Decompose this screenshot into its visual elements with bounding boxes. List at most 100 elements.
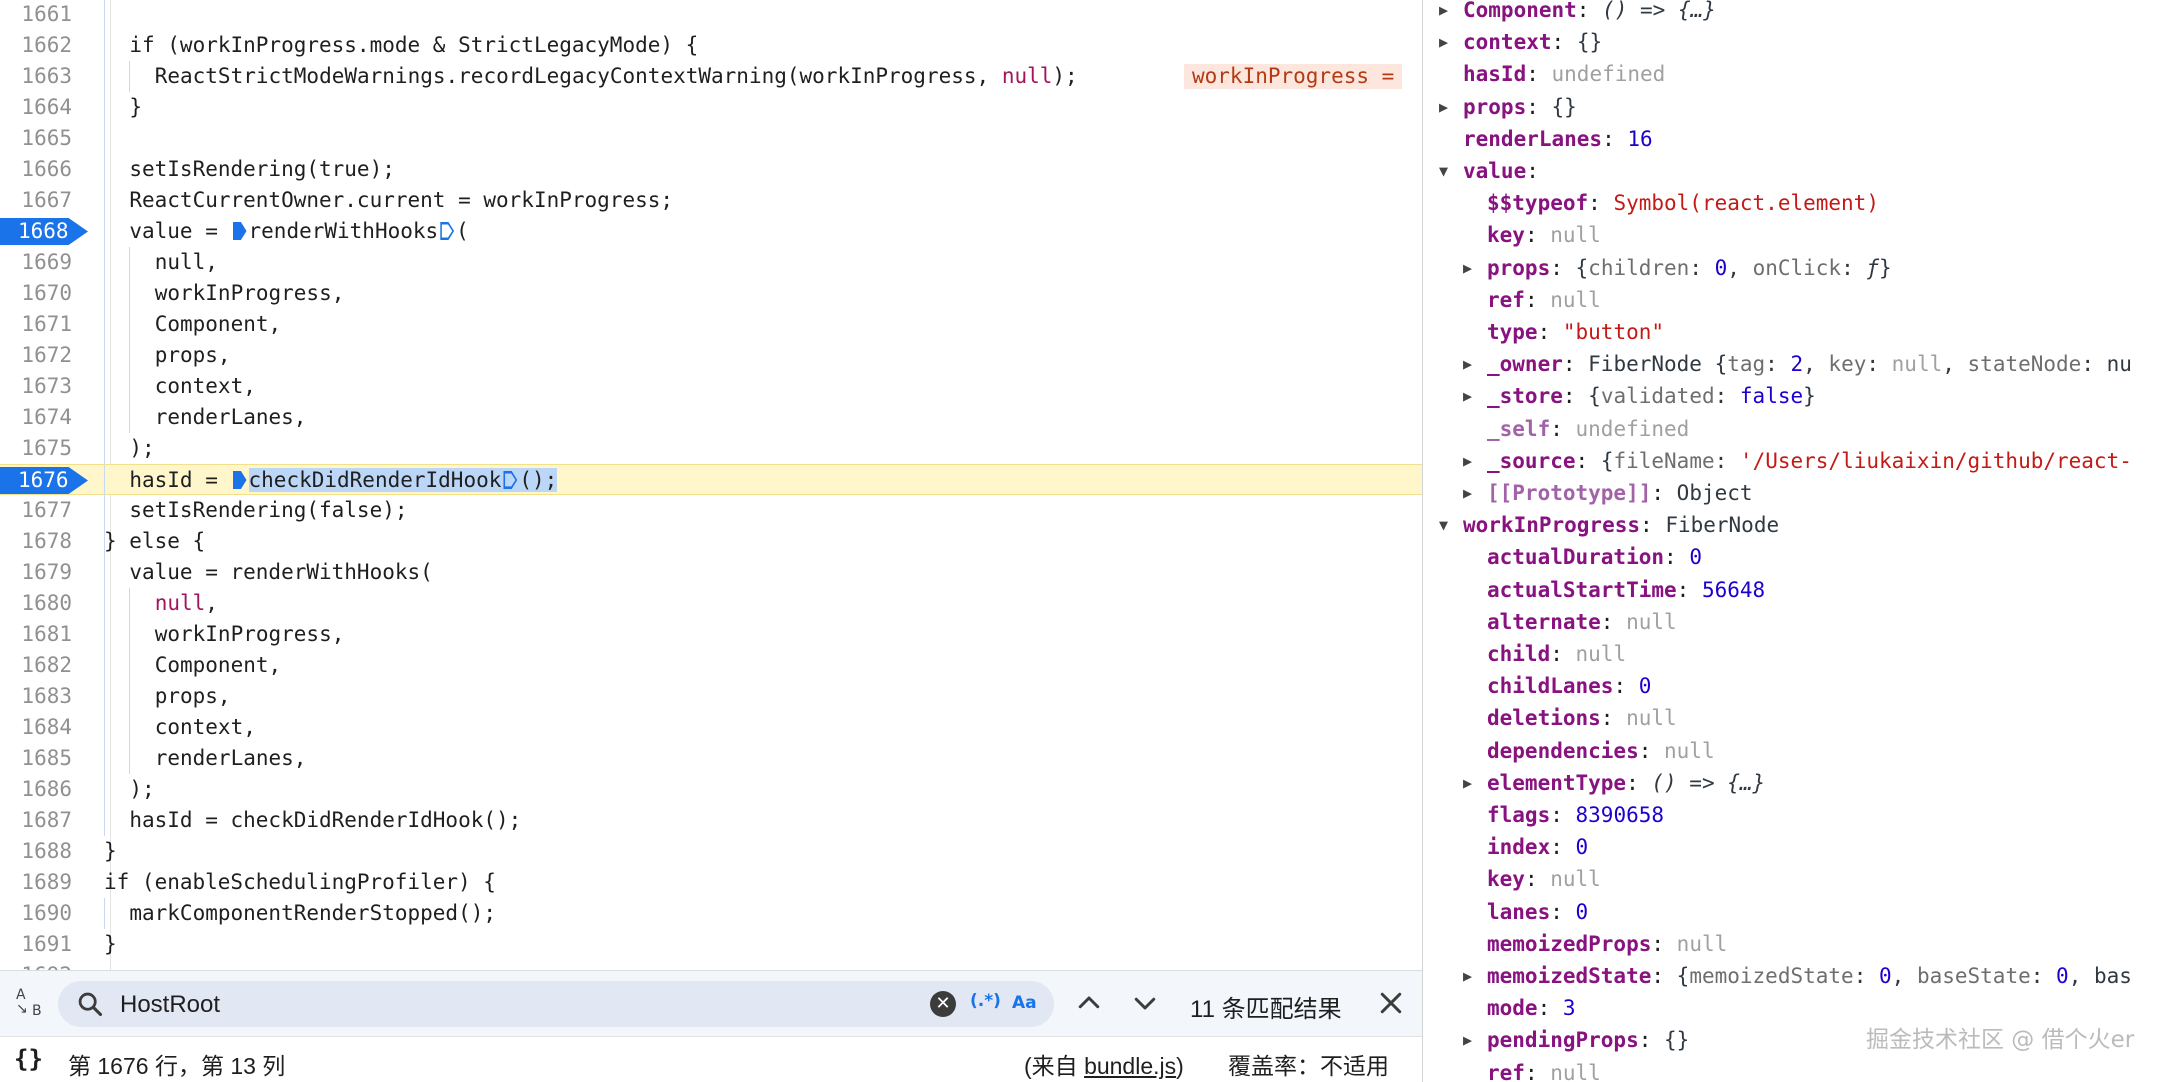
code-line[interactable]: 1661 (0, 0, 1422, 30)
line-number[interactable]: 1673 (0, 371, 72, 402)
inline-variable-value[interactable]: workInProgress = (1184, 63, 1403, 89)
expand-arrow-icon[interactable]: ▶ (1463, 252, 1477, 284)
code-text: ReactCurrentOwner.current = workInProgre… (129, 187, 674, 212)
clear-search-button[interactable]: ✕ (930, 991, 956, 1017)
line-number[interactable]: 1671 (0, 309, 72, 340)
code-line[interactable]: 1673 context, (0, 370, 1422, 402)
line-number[interactable]: 1678 (0, 526, 72, 557)
regex-toggle-button[interactable]: (.*) (970, 991, 1001, 1011)
execution-marker-icon[interactable] (232, 470, 247, 489)
code-line[interactable]: 1683 props, (0, 680, 1422, 712)
line-number[interactable]: 1692 (0, 960, 72, 970)
line-number[interactable]: 1669 (0, 247, 72, 278)
code-line[interactable]: 1670 workInProgress, (0, 277, 1422, 309)
code-line[interactable]: 1682 Component, (0, 649, 1422, 681)
expand-arrow-icon[interactable]: ▶ (1463, 477, 1477, 509)
code-line[interactable]: 1690 markComponentRenderStopped(); (0, 897, 1422, 929)
line-number[interactable]: 1672 (0, 340, 72, 371)
pretty-print-button[interactable]: {} (14, 1045, 43, 1073)
code-line[interactable]: 1665 (0, 122, 1422, 154)
match-case-toggle-icon[interactable]: A ↘ B (14, 987, 50, 1021)
paused-code-line[interactable]: 1676 hasId = checkDidRenderIdHook (); (0, 463, 1422, 496)
code-line[interactable]: 1667 ReactCurrentOwner.current = workInPr… (0, 184, 1422, 216)
expand-arrow-icon[interactable]: ▶ (1463, 380, 1477, 412)
breakpoint-line-number[interactable]: 1676 (0, 466, 88, 494)
execution-marker-icon[interactable] (503, 471, 517, 489)
breakpoint-line-number[interactable]: 1668 (0, 217, 88, 245)
code-line[interactable]: 1686); (0, 773, 1422, 805)
code-line[interactable]: 1662 if (workInProgress.mode & StrictLega… (0, 29, 1422, 61)
line-number[interactable]: 1680 (0, 588, 72, 619)
line-number[interactable]: 1670 (0, 278, 72, 309)
code-line[interactable]: 1671 Component, (0, 308, 1422, 340)
code-line[interactable]: 1691} (0, 929, 1422, 960)
line-number[interactable]: 1690 (0, 898, 72, 929)
code-line[interactable]: 1687 hasId = checkDidRenderIdHook(); (0, 804, 1422, 836)
property-value: 16 (1627, 126, 1653, 151)
line-number[interactable]: 1691 (0, 929, 72, 960)
expand-arrow-icon[interactable]: ▶ (1463, 1024, 1477, 1056)
next-match-button[interactable] (1130, 988, 1160, 1018)
code-line[interactable]: 1664} (0, 91, 1422, 123)
code-line[interactable]: 1666 setIsRendering(true); (0, 153, 1422, 185)
line-number[interactable]: 1666 (0, 154, 72, 185)
line-number[interactable]: 1663 (0, 61, 72, 92)
code-line[interactable]: 1668 value = renderWithHooks( (0, 215, 1422, 247)
execution-marker-icon[interactable] (232, 221, 247, 240)
code-line[interactable]: 1677 setIsRendering(false); (0, 494, 1422, 526)
line-number[interactable]: 1686 (0, 774, 72, 805)
code-line[interactable]: 1685 renderLanes, (0, 742, 1422, 774)
line-number[interactable]: 1661 (0, 0, 72, 30)
scope-property: memoizedProps: null (1487, 931, 1728, 956)
collapse-arrow-icon[interactable]: ▼ (1439, 155, 1453, 187)
code-line[interactable]: 1674 renderLanes, (0, 401, 1422, 433)
code-line[interactable]: 1688} (0, 836, 1422, 867)
close-search-button[interactable] (1376, 988, 1406, 1018)
line-number[interactable]: 1679 (0, 557, 72, 588)
expand-arrow-icon[interactable]: ▶ (1439, 26, 1453, 58)
code-line[interactable]: 1672 props, (0, 339, 1422, 371)
line-number[interactable]: 1687 (0, 805, 72, 836)
expand-arrow-icon[interactable]: ▶ (1439, 0, 1453, 26)
search-input[interactable] (118, 989, 982, 1021)
property-value: null (1550, 223, 1601, 248)
line-number[interactable]: 1683 (0, 681, 72, 712)
code-text: renderLanes, (154, 745, 307, 770)
code-line[interactable]: 1680 null, (0, 587, 1422, 619)
code-line[interactable]: 1681 workInProgress, (0, 618, 1422, 650)
line-number[interactable]: 1667 (0, 185, 72, 216)
line-number[interactable]: 1684 (0, 712, 72, 743)
line-number[interactable]: 1685 (0, 743, 72, 774)
line-number[interactable]: 1682 (0, 650, 72, 681)
execution-marker-icon[interactable] (440, 222, 454, 240)
code-line[interactable]: 1692 (0, 960, 1422, 970)
expand-arrow-icon[interactable]: ▶ (1463, 445, 1477, 477)
code-line[interactable]: 1678} else { (0, 525, 1422, 557)
expand-arrow-icon[interactable]: ▶ (1463, 348, 1477, 380)
line-number[interactable]: 1662 (0, 30, 72, 61)
line-number[interactable]: 1688 (0, 836, 72, 867)
scope-property: flags: 8390658 (1487, 803, 1665, 827)
source-file-link[interactable]: bundle.js (1084, 1053, 1176, 1079)
code-line[interactable]: 1684 context, (0, 711, 1422, 743)
expand-arrow-icon[interactable]: ▶ (1463, 767, 1477, 799)
code-line[interactable]: 1663 ReactStrictModeWarnings.recordLegacy… (0, 60, 1422, 92)
line-number[interactable]: 1674 (0, 402, 72, 433)
line-number[interactable]: 1665 (0, 123, 72, 154)
expand-arrow-icon[interactable]: ▶ (1439, 91, 1453, 123)
line-number[interactable]: 1664 (0, 92, 72, 123)
code-line[interactable]: 1675); (0, 432, 1422, 464)
line-number[interactable]: 1681 (0, 619, 72, 650)
line-number[interactable]: 1675 (0, 433, 72, 464)
code-line[interactable]: 1689 if (enableSchedulingProfiler) { (0, 867, 1422, 898)
expand-arrow-icon[interactable]: ▶ (1463, 960, 1477, 992)
property-value: null (1550, 1060, 1601, 1082)
case-sensitive-button[interactable]: Aa (1012, 993, 1037, 1013)
code-line[interactable]: 1679 value = renderWithHooks( (0, 556, 1422, 588)
previous-match-button[interactable] (1074, 988, 1104, 1018)
collapse-arrow-icon[interactable]: ▼ (1439, 509, 1453, 541)
line-number[interactable]: 1677 (0, 495, 72, 526)
source-editor[interactable]: 1661 1662 if (workInProgress.mode & Strict… (0, 0, 1422, 970)
code-line[interactable]: 1669 null, (0, 246, 1422, 278)
line-number[interactable]: 1689 (0, 867, 72, 898)
